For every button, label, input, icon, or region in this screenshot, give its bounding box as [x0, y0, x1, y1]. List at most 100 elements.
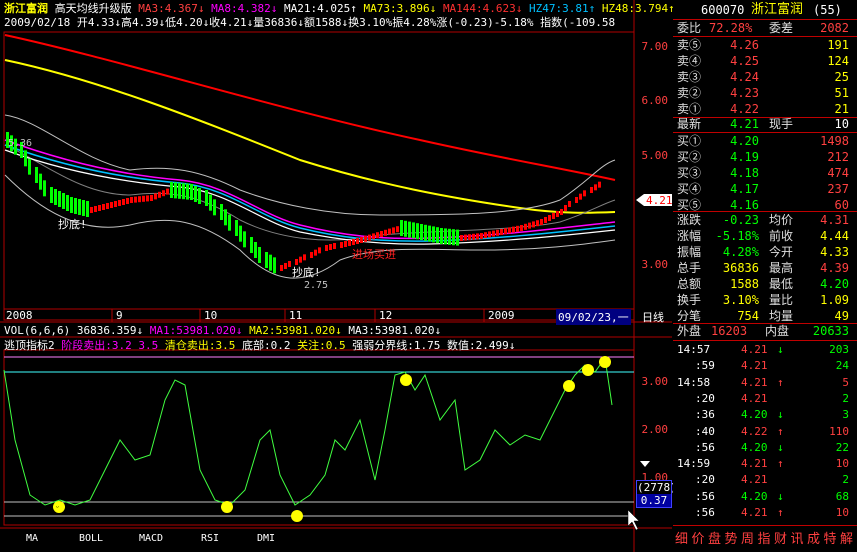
hz47-value: HZ47:3.81↑: [529, 2, 596, 15]
tick-row: 14:59 4.21 ↑ 10: [677, 457, 849, 471]
waipan-value: 16203: [711, 324, 748, 338]
tick-row: :20 4.21 2: [695, 473, 849, 487]
price-axis-500: 5.00: [641, 149, 669, 162]
ma8-value: MA8:4.382↓: [211, 2, 278, 15]
sell-level-1[interactable]: 卖④ 4.25 124: [677, 53, 853, 69]
sell-level-4[interactable]: 卖① 4.22 21: [677, 101, 853, 117]
vol-value: 36836.359↓: [76, 324, 144, 337]
price-axis-300: 3.00: [641, 258, 669, 271]
panel-tab-9[interactable]: 特: [824, 528, 837, 547]
latest-row: 最新 4.21 现手 10: [677, 117, 849, 131]
quote-panel: 600070 浙江富润 (55) 委比 72.28% 委差 2082 卖⑤ 4.…: [673, 0, 857, 552]
tick-row: :20 4.21 2: [695, 391, 849, 405]
weibi-row: 委比 72.28% 委差 2082: [677, 21, 849, 35]
smiley-icon-7: [599, 356, 611, 368]
svg-text:ᵕ: ᵕ: [55, 503, 60, 512]
panel-title: 600070 浙江富润 (55): [677, 2, 853, 18]
ind-qr: 强弱分界线:1.75: [352, 339, 441, 352]
chart-area[interactable]: 抄底! 抄底! 进场买进 2.75 5.36 ᵕ 浙江富润 高天均线升级版 MA…: [0, 0, 677, 552]
chart-header-line1: 浙江富润 高天均线升级版 MA3:4.367↓ MA8:4.382↓ MA21:…: [4, 2, 675, 15]
panel-tab-8[interactable]: 成: [807, 528, 820, 547]
stock-code: 600070: [701, 3, 745, 17]
buy-level-0[interactable]: 买① 4.20 1498: [677, 133, 853, 149]
ma21-value: MA21:4.025↑: [283, 2, 357, 15]
buy-level-2[interactable]: 买③ 4.18 474: [677, 165, 853, 181]
smiley-icon-4: [400, 374, 412, 386]
panel-tab-3[interactable]: 势: [725, 528, 738, 547]
sell-level-3[interactable]: 卖② 4.23 51: [677, 85, 853, 101]
stat-row: 换手 3.10% 量比 1.09: [677, 293, 849, 307]
ma144-value: MA144:4.623↓: [442, 2, 523, 15]
indicator-name[interactable]: 高天均线升级版: [55, 2, 132, 15]
tab-boll[interactable]: BOLL: [64, 530, 118, 548]
tick-row: :40 4.22 ↑ 110: [695, 424, 849, 438]
indicator-line: [3, 356, 613, 506]
tick-row: :59 4.21 24: [695, 359, 849, 373]
chaodi-label-2: 抄底!: [292, 265, 321, 279]
smiley-icon-1: ᵕ: [53, 501, 65, 513]
hz48-value: HZ48:3.794↑: [601, 2, 675, 15]
xianshou-value: 10: [834, 117, 849, 131]
panel-tab-7[interactable]: 讯: [791, 528, 804, 547]
low-price-label: 2.75: [304, 280, 328, 291]
panel-tab-5[interactable]: 指: [758, 528, 771, 547]
scroll-down-icon[interactable]: [640, 461, 650, 467]
buy-level-1[interactable]: 买② 4.19 212: [677, 149, 853, 165]
tab-macd[interactable]: MACD: [122, 530, 180, 548]
buy-level-3[interactable]: 买④ 4.17 237: [677, 181, 853, 197]
chaodi-label-1: 抄底!: [58, 217, 87, 231]
stat-row: 总手 36836 最高 4.39: [677, 261, 849, 275]
ind-jd: 阶段卖出:3.2 3.5: [61, 339, 159, 352]
panel-tab-4[interactable]: 周: [741, 528, 754, 547]
vol-ma1: MA1:53981.020↓: [149, 324, 243, 337]
stat-row: 涨跌 -0.23 均价 4.31: [677, 213, 849, 227]
current-price-tag: 4.21: [646, 194, 673, 207]
price-axis-700: 7.00: [641, 40, 669, 53]
chart-canvas[interactable]: 抄底! 抄底! 进场买进 2.75 5.36 ᵕ: [0, 0, 672, 552]
cursor-date-box: 09/02/23,一: [556, 309, 631, 325]
stat-row: 分笔 754 均量 49: [677, 309, 849, 323]
stock-name: 浙江富润: [4, 2, 48, 15]
ind-gz: 关注:0.5: [297, 339, 346, 352]
panel-tab-10[interactable]: 解: [840, 528, 853, 547]
panel-bottom-tabs: 细价盘势周指财讯成特解: [675, 528, 857, 548]
weicha-value: 2082: [820, 21, 849, 35]
latest-price: 4.21: [730, 117, 759, 131]
ind-sz: 数值:2.499↓: [446, 339, 516, 352]
tab-ma[interactable]: MA: [0, 530, 64, 548]
smiley-icon-5: [563, 380, 575, 392]
time-axis-9: 9: [116, 309, 123, 322]
ind-axis-200: 2.00: [641, 423, 669, 436]
tick-row: :56 4.20 ↓ 22: [695, 440, 849, 454]
time-axis-2008: 2008: [6, 309, 33, 322]
indicator-frame: [3, 349, 635, 526]
sell-level-0[interactable]: 卖⑤ 4.26 191: [677, 37, 853, 53]
price-axis-600: 6.00: [641, 94, 669, 107]
tick-row: :56 4.21 ↑ 10: [695, 506, 849, 519]
stat-row: 总额 1588 最低 4.20: [677, 277, 849, 291]
ma73-value: MA73:3.896↓: [363, 2, 437, 15]
panel-tab-6[interactable]: 财: [774, 528, 787, 547]
stat-row: 涨幅 -5.18% 前收 4.44: [677, 229, 849, 243]
indicator-header: 逃顶指标2 阶段卖出:3.2 3.5 清仓卖出:3.5 底部:0.2 关注:0.…: [4, 339, 515, 352]
jinchang-label: 进场买进: [352, 247, 396, 261]
vol-ma3: MA3:53981.020↓: [348, 324, 442, 337]
time-axis-2009: 2009: [488, 309, 515, 322]
panel-tab-1[interactable]: 价: [692, 528, 705, 547]
time-axis-10: 10: [204, 309, 218, 322]
sell-level-2[interactable]: 卖③ 4.24 25: [677, 69, 853, 85]
top-price-label: 5.36: [8, 138, 32, 149]
ma144-line: [4, 34, 616, 181]
indicator-title[interactable]: 逃顶指标2: [4, 339, 55, 352]
ind-axis-300: 3.00: [641, 375, 669, 388]
smiley-icon-2: [221, 501, 233, 513]
panel-tab-2[interactable]: 盘: [708, 528, 721, 547]
panel-tab-0[interactable]: 细: [675, 528, 688, 547]
period-label[interactable]: 日线: [642, 309, 664, 325]
smiley-icon-3: [291, 510, 303, 522]
tab-dmi[interactable]: DMI: [240, 530, 292, 548]
tab-rsi[interactable]: RSI: [182, 530, 238, 548]
ind-box-value: 0.37: [637, 494, 671, 507]
vol-ma2: MA2:53981.020↓: [249, 324, 342, 337]
tick-row: 14:57 4.21 ↓ 203: [677, 343, 849, 356]
